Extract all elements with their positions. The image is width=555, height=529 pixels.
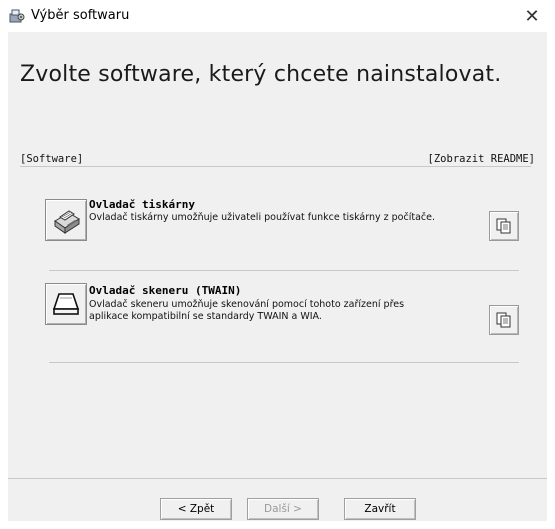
item-separator bbox=[49, 270, 519, 271]
software-group-label: [Software] bbox=[20, 153, 84, 165]
install-scanner-driver-button[interactable] bbox=[45, 283, 87, 325]
page-heading: Zvolte software, který chcete nainstalov… bbox=[20, 62, 502, 87]
next-button[interactable]: Další > bbox=[247, 498, 319, 520]
footer-separator bbox=[8, 478, 547, 479]
printer-driver-description: Ovladač tiskárny umožňuje uživateli použ… bbox=[89, 212, 435, 223]
group-separator bbox=[20, 166, 531, 167]
readme-group-label: [Zobrazit README] bbox=[427, 153, 535, 165]
close-icon: ✕ bbox=[524, 5, 540, 27]
document-copy-icon bbox=[496, 218, 511, 234]
title-bar: Výběr softwaru ✕ bbox=[0, 0, 555, 32]
install-printer-driver-button[interactable] bbox=[45, 199, 87, 241]
dialog-body: Zvolte software, který chcete nainstalov… bbox=[8, 32, 547, 521]
printer-readme-button[interactable] bbox=[489, 211, 519, 241]
close-window-button[interactable]: ✕ bbox=[509, 0, 555, 32]
scanner-driver-description: Ovladač skeneru umožňuje skenování pomoc… bbox=[89, 299, 405, 322]
printer-icon bbox=[54, 210, 80, 234]
item-separator bbox=[49, 362, 519, 363]
scanner-driver-title: Ovladač skeneru (TWAIN) bbox=[89, 284, 242, 297]
scanner-readme-button[interactable] bbox=[489, 305, 519, 335]
setup-app-icon bbox=[9, 9, 25, 23]
printer-driver-title: Ovladač tiskárny bbox=[89, 198, 195, 211]
window-title: Výběr softwaru bbox=[31, 8, 130, 23]
document-copy-icon bbox=[496, 312, 511, 328]
back-button[interactable]: < Zpět bbox=[160, 498, 232, 520]
scanner-icon bbox=[52, 293, 80, 315]
close-button[interactable]: Zavřít bbox=[344, 498, 416, 520]
